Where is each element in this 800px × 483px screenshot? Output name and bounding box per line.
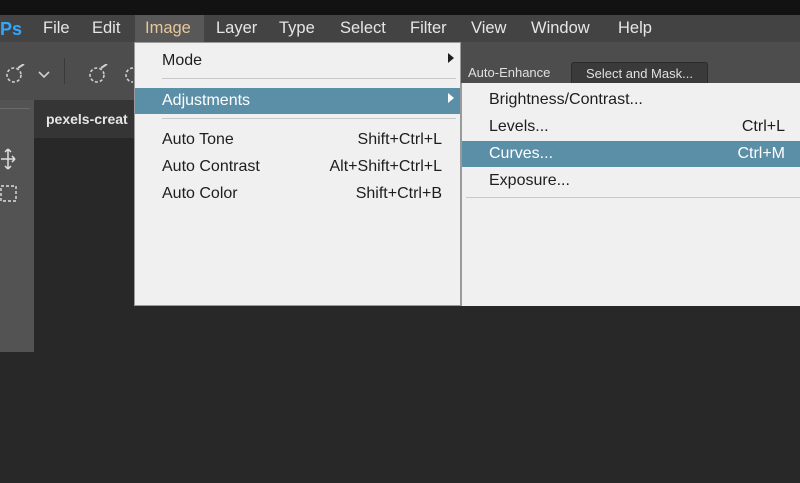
menu-type[interactable]: Type (279, 15, 315, 42)
menu-item-shortcut: Shift+Ctrl+L (357, 131, 442, 148)
menu-item-mode[interactable]: Mode (135, 48, 460, 74)
new-selection-brush-icon[interactable] (86, 63, 112, 90)
menu-edit[interactable]: Edit (92, 15, 120, 42)
menu-window[interactable]: Window (531, 15, 590, 42)
submenu-arrow-icon (448, 88, 454, 114)
menu-layer[interactable]: Layer (216, 15, 257, 42)
submenu-item-curves[interactable]: Curves... Ctrl+M (462, 141, 800, 167)
quick-selection-brush-icon[interactable] (4, 63, 28, 90)
menu-item-auto-contrast[interactable]: Auto Contrast Alt+Shift+Ctrl+L (135, 154, 460, 180)
submenu-item-levels[interactable]: Levels... Ctrl+L (462, 114, 800, 140)
menu-select[interactable]: Select (340, 15, 386, 42)
menu-item-shortcut: Shift+Ctrl+B (355, 185, 442, 202)
submenu-item-label: Exposure... (489, 172, 570, 189)
menu-item-shortcut: Alt+Shift+Ctrl+L (329, 158, 443, 175)
document-tab[interactable]: pexels-creat (46, 100, 128, 138)
submenu-arrow-icon (448, 48, 454, 74)
submenu-item-label: Levels... (489, 118, 549, 135)
menu-item-auto-color[interactable]: Auto Color Shift+Ctrl+B (135, 181, 460, 207)
menu-item-label: Auto Contrast (162, 158, 260, 175)
submenu-separator (466, 197, 800, 198)
menu-filter[interactable]: Filter (410, 15, 447, 42)
window-top-strip (0, 0, 800, 15)
submenu-item-exposure[interactable]: Exposure... (462, 168, 800, 194)
menu-item-label: Auto Color (162, 185, 238, 202)
menu-help[interactable]: Help (618, 15, 652, 42)
adjustments-submenu: Brightness/Contrast... Levels... Ctrl+L … (461, 83, 800, 306)
options-divider (64, 58, 65, 84)
menu-image[interactable]: Image (135, 15, 204, 42)
submenu-item-shortcut: Ctrl+L (741, 118, 785, 135)
submenu-item-brightness-contrast[interactable]: Brightness/Contrast... (462, 87, 800, 113)
marquee-tool-icon[interactable] (0, 184, 18, 209)
submenu-item-shortcut: Ctrl+M (737, 145, 785, 162)
tools-panel (0, 100, 34, 352)
app-logo: Ps (0, 19, 22, 39)
image-menu: Mode Adjustments Auto Tone Shift+Ctrl+L … (134, 42, 461, 306)
menu-item-label: Auto Tone (162, 131, 234, 148)
auto-enhance-label[interactable]: Auto-Enhance (468, 62, 550, 84)
menu-separator (162, 118, 456, 119)
menu-item-auto-tone[interactable]: Auto Tone Shift+Ctrl+L (135, 127, 460, 153)
menu-view[interactable]: View (471, 15, 506, 42)
move-tool-icon[interactable] (0, 148, 16, 175)
chevron-down-icon[interactable] (38, 66, 50, 86)
menu-item-adjustments[interactable]: Adjustments (135, 88, 460, 114)
menu-bar: Ps File Edit Image Layer Type Select Fil… (0, 15, 800, 42)
adjustments-label: Adjustments (162, 92, 251, 109)
mode-label: Mode (162, 52, 203, 69)
submenu-item-label: Brightness/Contrast... (489, 91, 643, 108)
panel-grip (0, 108, 30, 123)
submenu-item-label: Curves... (489, 145, 554, 162)
menu-file[interactable]: File (43, 15, 70, 42)
menu-separator (162, 78, 456, 79)
